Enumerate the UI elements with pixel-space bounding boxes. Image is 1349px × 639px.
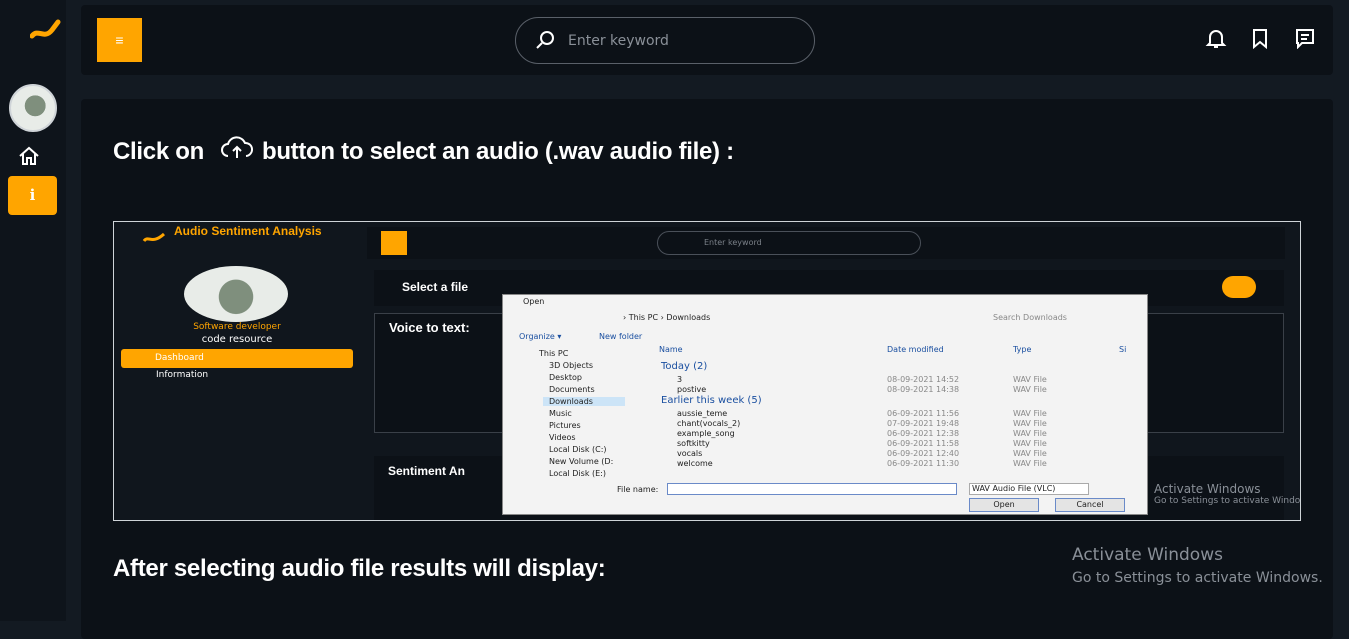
search-input[interactable] bbox=[568, 30, 788, 52]
shot-upload-button bbox=[1222, 276, 1256, 298]
dialog-file-date: 06-09-2021 11:30 bbox=[887, 459, 960, 468]
dialog-tree-5: Music bbox=[549, 409, 572, 418]
dialog-col-size: Si bbox=[1119, 345, 1127, 354]
shot-watermark-subtitle: Go to Settings to activate Windows. bbox=[1154, 496, 1301, 506]
activate-windows-title: Activate Windows bbox=[1072, 545, 1223, 565]
sidebar: i bbox=[0, 0, 66, 621]
message-icon[interactable] bbox=[1294, 27, 1316, 49]
top-bar: ≡ bbox=[81, 5, 1333, 75]
dialog-file-type: WAV File bbox=[1013, 375, 1047, 384]
dialog-tree-1: 3D Objects bbox=[549, 361, 594, 370]
dialog-path: › This PC › Downloads bbox=[623, 313, 711, 322]
dialog-file-date: 06-09-2021 12:38 bbox=[887, 429, 960, 438]
shot-topbar: Enter keyword bbox=[367, 227, 1285, 259]
dialog-file-name: aussie_teme bbox=[677, 409, 728, 418]
dialog-file-name: vocals bbox=[677, 449, 703, 458]
dialog-file-name: postive bbox=[677, 385, 707, 394]
embedded-screenshot: Audio Sentiment Analysis Software develo… bbox=[113, 221, 1301, 521]
shot-org: code resource bbox=[201, 334, 273, 345]
dialog-tree-9: New Volume (D: bbox=[549, 457, 614, 466]
dialog-file-type: WAV File bbox=[1013, 429, 1047, 438]
bookmark-icon[interactable] bbox=[1249, 27, 1271, 49]
shot-nav-dashboard: Dashboard bbox=[121, 349, 353, 368]
bell-icon[interactable] bbox=[1205, 27, 1227, 49]
dialog-tree-10: Local Disk (E:) bbox=[549, 469, 606, 478]
activate-windows-subtitle: Go to Settings to activate Windows. bbox=[1072, 570, 1323, 586]
dialog-file-date: 07-09-2021 19:48 bbox=[887, 419, 960, 428]
info-icon[interactable]: i bbox=[8, 176, 57, 215]
cloud-upload-icon bbox=[220, 136, 253, 158]
dialog-file-date: 06-09-2021 12:40 bbox=[887, 449, 960, 458]
dialog-tree-0: This PC bbox=[539, 349, 569, 358]
shot-avatar bbox=[184, 266, 288, 322]
dialog-new-folder: New folder bbox=[599, 332, 643, 341]
dialog-search: Search Downloads bbox=[993, 313, 1067, 322]
menu-button[interactable]: ≡ bbox=[97, 18, 142, 62]
dialog-filename-input bbox=[667, 483, 957, 495]
shot-app-title: Audio Sentiment Analysis bbox=[174, 224, 322, 238]
dialog-tree-6: Pictures bbox=[549, 421, 581, 430]
dialog-cancel-button: Cancel bbox=[1055, 498, 1125, 512]
logo-icon[interactable] bbox=[30, 18, 62, 44]
dialog-group-week: Earlier this week (5) bbox=[661, 395, 762, 406]
dialog-organize: Organize ▾ bbox=[519, 332, 562, 341]
dialog-filename-label: File name: bbox=[617, 485, 659, 494]
avatar[interactable] bbox=[9, 84, 57, 132]
dialog-tree-3: Documents bbox=[549, 385, 595, 394]
results-heading: After selecting audio file results will … bbox=[113, 555, 606, 582]
dialog-tree-7: Videos bbox=[549, 433, 576, 442]
dialog-col-date: Date modified bbox=[887, 345, 944, 354]
dialog-tree-8: Local Disk (C:) bbox=[549, 445, 607, 454]
dialog-title: Open bbox=[523, 297, 545, 306]
dialog-file-name: example_song bbox=[677, 429, 735, 438]
dialog-file-date: 08-09-2021 14:52 bbox=[887, 375, 960, 384]
dialog-file-type: WAV File bbox=[1013, 409, 1047, 418]
dialog-file-type: WAV File bbox=[1013, 385, 1047, 394]
dialog-file-type: WAV File bbox=[1013, 449, 1047, 458]
shot-role: Software developer bbox=[193, 322, 281, 332]
dialog-tree-4: Downloads bbox=[543, 397, 625, 406]
dialog-file-name: chant(vocals_2) bbox=[677, 419, 741, 428]
dialog-file-date: 08-09-2021 14:38 bbox=[887, 385, 960, 394]
shot-sidebar: Audio Sentiment Analysis Software develo… bbox=[114, 222, 360, 520]
shot-menu-button bbox=[381, 231, 407, 255]
home-icon[interactable] bbox=[18, 146, 40, 166]
dialog-file-date: 06-09-2021 11:58 bbox=[887, 439, 960, 448]
shot-nav-information: Information bbox=[156, 370, 209, 380]
shot-watermark-title: Activate Windows bbox=[1154, 482, 1261, 496]
heading-text-before: Click on bbox=[113, 138, 204, 165]
dialog-file-type: WAV File bbox=[1013, 439, 1047, 448]
dialog-file-name: welcome bbox=[677, 459, 713, 468]
dialog-open-button: Open bbox=[969, 498, 1039, 512]
dialog-file-name: softkitty bbox=[677, 439, 710, 448]
dialog-col-name: Name bbox=[659, 345, 683, 354]
file-open-dialog: Open › This PC › Downloads Search Downlo… bbox=[502, 294, 1148, 515]
heading-text-after: button to select an audio (.wav audio fi… bbox=[261, 138, 734, 165]
dialog-group-today: Today (2) bbox=[661, 361, 708, 372]
dialog-col-type: Type bbox=[1013, 345, 1032, 354]
instruction-heading: Click on button to select an audio (.wav… bbox=[113, 136, 734, 166]
dialog-file-type: WAV File bbox=[1013, 419, 1047, 428]
dialog-filter: WAV Audio File (VLC) bbox=[969, 483, 1089, 495]
dialog-file-name: 3 bbox=[677, 375, 683, 384]
dialog-file-date: 06-09-2021 11:56 bbox=[887, 409, 960, 418]
search-box[interactable] bbox=[515, 17, 815, 64]
shot-logo-icon bbox=[142, 232, 166, 243]
dialog-tree-2: Desktop bbox=[549, 373, 582, 382]
dialog-file-type: WAV File bbox=[1013, 459, 1047, 468]
shot-search: Enter keyword bbox=[657, 231, 921, 255]
search-icon bbox=[536, 31, 554, 49]
